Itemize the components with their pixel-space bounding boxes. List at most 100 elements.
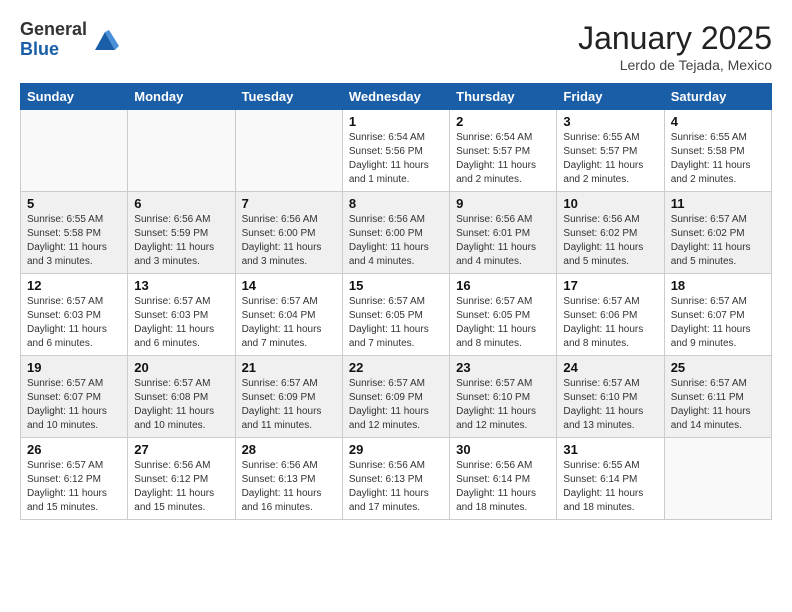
weekday-header-row: SundayMondayTuesdayWednesdayThursdayFrid… <box>21 84 772 110</box>
day-number: 21 <box>242 360 336 375</box>
day-info: Sunrise: 6:55 AM Sunset: 6:14 PM Dayligh… <box>563 459 657 515</box>
calendar-cell: 6 Sunrise: 6:56 AM Sunset: 5:59 PM Daylig… <box>128 192 235 274</box>
day-number: 29 <box>349 442 443 457</box>
calendar-cell: 14Sunrise: 6:57 AM Sunset: 6:04 PM Dayli… <box>235 274 342 356</box>
day-info: Sunrise: 6:57 AM Sunset: 6:05 PM Dayligh… <box>349 295 443 351</box>
day-number: 4 <box>671 114 765 129</box>
calendar-cell: 18 Sunrise: 6:57 AM Sunset: 6:07 PM Dayli… <box>664 274 771 356</box>
calendar-cell: 16 Sunrise: 6:57 AM Sunset: 6:05 PM Dayli… <box>450 274 557 356</box>
day-number: 13 <box>134 278 228 293</box>
location: Lerdo de Tejada, Mexico <box>578 57 772 73</box>
day-info: Sunrise: 6:57 AM Sunset: 6:10 PM Dayligh… <box>456 377 550 433</box>
page-header: General Blue January 2025 Lerdo de Tejad… <box>20 20 772 73</box>
day-info: Sunrise: 6:56 AM Sunset: 6:12 PM Dayligh… <box>134 459 228 515</box>
day-info: Sunrise: 6:57 AM Sunset: 6:03 PM Dayligh… <box>134 295 228 351</box>
day-number: 10 <box>563 196 657 211</box>
day-info: Sunrise: 6:57 AM Sunset: 6:10 PM Dayligh… <box>563 377 657 433</box>
calendar-cell <box>664 438 771 520</box>
day-number: 26 <box>27 442 121 457</box>
calendar-cell: 3Sunrise: 6:55 AM Sunset: 5:57 PM Daylig… <box>557 110 664 192</box>
weekday-header-sunday: Sunday <box>21 84 128 110</box>
day-number: 14 <box>242 278 336 293</box>
day-number: 1 <box>349 114 443 129</box>
calendar-cell: 1 Sunrise: 6:54 AM Sunset: 5:56 PM Daylig… <box>342 110 449 192</box>
calendar-cell: 17 Sunrise: 6:57 AM Sunset: 6:06 PM Dayli… <box>557 274 664 356</box>
calendar-cell: 5Sunrise: 6:55 AM Sunset: 5:58 PM Daylig… <box>21 192 128 274</box>
day-info: Sunrise: 6:57 AM Sunset: 6:05 PM Dayligh… <box>456 295 550 351</box>
day-info: Sunrise: 6:56 AM Sunset: 6:01 PM Dayligh… <box>456 213 550 269</box>
day-number: 23 <box>456 360 550 375</box>
logo-blue: Blue <box>20 40 87 60</box>
day-info: Sunrise: 6:57 AM Sunset: 6:03 PM Dayligh… <box>27 295 121 351</box>
calendar-cell <box>128 110 235 192</box>
calendar-cell: 30 Sunrise: 6:56 AM Sunset: 6:14 PM Dayli… <box>450 438 557 520</box>
logo-icon <box>91 26 119 54</box>
day-info: Sunrise: 6:56 AM Sunset: 6:13 PM Dayligh… <box>349 459 443 515</box>
calendar-week-3: 12 Sunrise: 6:57 AM Sunset: 6:03 PM Dayli… <box>21 274 772 356</box>
day-info: Sunrise: 6:57 AM Sunset: 6:06 PM Dayligh… <box>563 295 657 351</box>
day-number: 31 <box>563 442 657 457</box>
day-info: Sunrise: 6:57 AM Sunset: 6:07 PM Dayligh… <box>671 295 765 351</box>
day-info: Sunrise: 6:54 AM Sunset: 5:56 PM Dayligh… <box>349 131 443 187</box>
logo-general: General <box>20 20 87 40</box>
day-info: Sunrise: 6:57 AM Sunset: 6:11 PM Dayligh… <box>671 377 765 433</box>
day-info: Sunrise: 6:54 AM Sunset: 5:57 PM Dayligh… <box>456 131 550 187</box>
calendar-cell: 15 Sunrise: 6:57 AM Sunset: 6:05 PM Dayli… <box>342 274 449 356</box>
calendar-cell: 25 Sunrise: 6:57 AM Sunset: 6:11 PM Dayli… <box>664 356 771 438</box>
calendar-table: SundayMondayTuesdayWednesdayThursdayFrid… <box>20 83 772 520</box>
day-number: 8 <box>349 196 443 211</box>
calendar-cell: 22 Sunrise: 6:57 AM Sunset: 6:09 PM Dayli… <box>342 356 449 438</box>
calendar-cell: 31 Sunrise: 6:55 AM Sunset: 6:14 PM Dayli… <box>557 438 664 520</box>
day-number: 30 <box>456 442 550 457</box>
weekday-header-saturday: Saturday <box>664 84 771 110</box>
logo: General Blue <box>20 20 119 60</box>
day-info: Sunrise: 6:57 AM Sunset: 6:09 PM Dayligh… <box>349 377 443 433</box>
weekday-header-friday: Friday <box>557 84 664 110</box>
day-number: 2 <box>456 114 550 129</box>
weekday-header-monday: Monday <box>128 84 235 110</box>
weekday-header-tuesday: Tuesday <box>235 84 342 110</box>
calendar-cell: 19Sunrise: 6:57 AM Sunset: 6:07 PM Dayli… <box>21 356 128 438</box>
weekday-header-wednesday: Wednesday <box>342 84 449 110</box>
day-number: 25 <box>671 360 765 375</box>
calendar-cell: 8Sunrise: 6:56 AM Sunset: 6:00 PM Daylig… <box>342 192 449 274</box>
day-info: Sunrise: 6:55 AM Sunset: 5:58 PM Dayligh… <box>671 131 765 187</box>
day-info: Sunrise: 6:57 AM Sunset: 6:09 PM Dayligh… <box>242 377 336 433</box>
day-info: Sunrise: 6:56 AM Sunset: 6:02 PM Dayligh… <box>563 213 657 269</box>
calendar-cell <box>235 110 342 192</box>
day-info: Sunrise: 6:55 AM Sunset: 5:57 PM Dayligh… <box>563 131 657 187</box>
day-number: 15 <box>349 278 443 293</box>
day-info: Sunrise: 6:57 AM Sunset: 6:02 PM Dayligh… <box>671 213 765 269</box>
calendar-cell: 26Sunrise: 6:57 AM Sunset: 6:12 PM Dayli… <box>21 438 128 520</box>
day-number: 12 <box>27 278 121 293</box>
calendar-cell: 29 Sunrise: 6:56 AM Sunset: 6:13 PM Dayli… <box>342 438 449 520</box>
day-info: Sunrise: 6:57 AM Sunset: 6:08 PM Dayligh… <box>134 377 228 433</box>
day-number: 9 <box>456 196 550 211</box>
calendar-week-5: 26Sunrise: 6:57 AM Sunset: 6:12 PM Dayli… <box>21 438 772 520</box>
calendar-cell: 11 Sunrise: 6:57 AM Sunset: 6:02 PM Dayli… <box>664 192 771 274</box>
day-number: 28 <box>242 442 336 457</box>
calendar-cell: 12 Sunrise: 6:57 AM Sunset: 6:03 PM Dayli… <box>21 274 128 356</box>
day-number: 18 <box>671 278 765 293</box>
day-info: Sunrise: 6:56 AM Sunset: 5:59 PM Dayligh… <box>134 213 228 269</box>
day-number: 16 <box>456 278 550 293</box>
day-number: 5 <box>27 196 121 211</box>
calendar-cell: 23 Sunrise: 6:57 AM Sunset: 6:10 PM Dayli… <box>450 356 557 438</box>
calendar-cell: 20Sunrise: 6:57 AM Sunset: 6:08 PM Dayli… <box>128 356 235 438</box>
calendar-cell <box>21 110 128 192</box>
day-number: 6 <box>134 196 228 211</box>
calendar-week-1: 1 Sunrise: 6:54 AM Sunset: 5:56 PM Daylig… <box>21 110 772 192</box>
calendar-week-4: 19Sunrise: 6:57 AM Sunset: 6:07 PM Dayli… <box>21 356 772 438</box>
day-number: 22 <box>349 360 443 375</box>
calendar-cell: 24Sunrise: 6:57 AM Sunset: 6:10 PM Dayli… <box>557 356 664 438</box>
calendar-cell: 28Sunrise: 6:56 AM Sunset: 6:13 PM Dayli… <box>235 438 342 520</box>
day-info: Sunrise: 6:56 AM Sunset: 6:14 PM Dayligh… <box>456 459 550 515</box>
day-number: 27 <box>134 442 228 457</box>
calendar-cell: 7Sunrise: 6:56 AM Sunset: 6:00 PM Daylig… <box>235 192 342 274</box>
month-title: January 2025 <box>578 20 772 57</box>
weekday-header-thursday: Thursday <box>450 84 557 110</box>
day-info: Sunrise: 6:57 AM Sunset: 6:07 PM Dayligh… <box>27 377 121 433</box>
day-number: 17 <box>563 278 657 293</box>
day-number: 11 <box>671 196 765 211</box>
calendar-cell: 10 Sunrise: 6:56 AM Sunset: 6:02 PM Dayli… <box>557 192 664 274</box>
